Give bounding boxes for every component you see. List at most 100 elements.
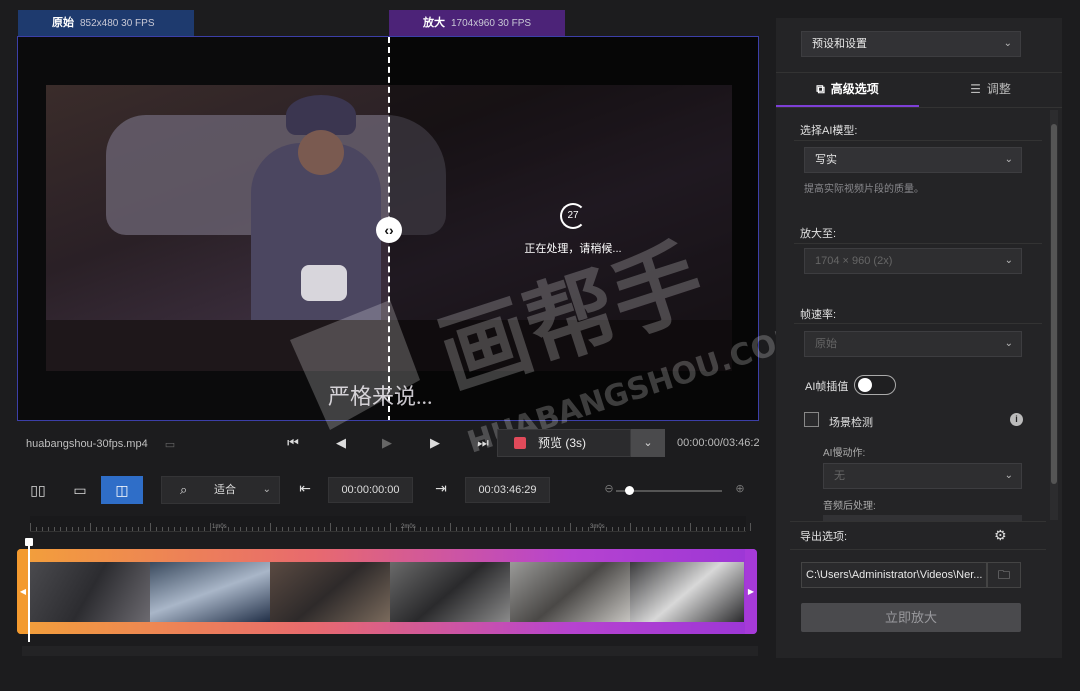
ruler-tick [144, 527, 145, 531]
slowmo-value: 无 [834, 470, 845, 482]
model-select[interactable]: 写实 ⌄ [804, 147, 1022, 173]
ruler-tick [612, 527, 613, 531]
ruler-tick [240, 527, 241, 531]
ruler-tick [132, 527, 133, 531]
ruler-tick [162, 527, 163, 531]
ruler-tick [558, 527, 559, 531]
divider [794, 243, 1042, 244]
app-window: 原始 852x480 30 FPS 放大 1704x960 30 FPS ‹› 27… [0, 0, 1080, 691]
ruler-tick [390, 523, 391, 531]
ruler-tick [84, 527, 85, 531]
scene-detect-checkbox[interactable] [804, 412, 819, 427]
export-path-field[interactable]: C:\Users\Administrator\Videos\Ner... [801, 562, 987, 588]
preset-select[interactable]: 预设和设置 ⌄ [801, 31, 1021, 57]
ruler-tick [486, 527, 487, 531]
ruler-tick [648, 527, 649, 531]
ruler-tick [396, 527, 397, 531]
ruler-tick [504, 527, 505, 531]
ruler-tick [120, 527, 121, 531]
ruler-tick [678, 527, 679, 531]
preset-label: 预设和设置 [812, 38, 867, 50]
view-side-by-side-icon[interactable]: ▯▯ [17, 476, 59, 504]
ruler-tick [108, 527, 109, 531]
ruler-tick [288, 527, 289, 531]
playhead[interactable] [28, 540, 30, 642]
slowmo-select[interactable]: 无 ⌄ [823, 463, 1022, 489]
ruler-tick [306, 527, 307, 531]
ruler-label: 2m0s [401, 524, 416, 530]
ruler-tick [726, 527, 727, 531]
upscaled-info: 1704x960 30 FPS [451, 18, 532, 29]
model-value: 写实 [815, 154, 837, 166]
panel-scrollbar-thumb[interactable] [1051, 124, 1057, 484]
ruler-tick [480, 527, 481, 531]
play-icon[interactable]: ▶ [377, 433, 397, 453]
time-out-field[interactable]: 00:03:46:29 [465, 477, 550, 503]
skip-start-icon[interactable]: ⏮ [283, 433, 303, 453]
upscale-select[interactable]: 1704 × 960 (2x) ⌄ [804, 248, 1022, 274]
view-single-icon[interactable]: ▭ [59, 476, 101, 504]
ruler-tick [474, 527, 475, 531]
mark-out-icon[interactable]: ⇥ [432, 480, 450, 497]
ruler-tick [570, 523, 571, 531]
chevron-down-icon: ⌄ [1004, 255, 1013, 266]
tab-adjust-label: 调整 [986, 82, 1011, 96]
ruler-tick [732, 527, 733, 531]
prev-frame-icon[interactable]: ◀ [331, 433, 351, 453]
framerate-select[interactable]: 原始 ⌄ [804, 331, 1022, 357]
ai-interpolation-label: AI帧插值 [805, 381, 849, 393]
scene-hat [286, 95, 356, 135]
compare-handle-icon[interactable]: ‹› [376, 217, 402, 243]
ruler-tick [510, 523, 511, 531]
ruler-tick [210, 523, 211, 531]
upscale-heading: 放大至: [800, 228, 837, 240]
mark-in-icon[interactable]: ⇤ [296, 480, 314, 497]
zoom-out-icon[interactable]: ⊖ [600, 482, 618, 495]
zoom-in-icon[interactable]: ⊕ [731, 482, 749, 495]
ruler-tick [348, 527, 349, 531]
ruler-tick [324, 527, 325, 531]
timeline-ruler[interactable] [30, 516, 751, 532]
next-frame-icon[interactable]: ▶ [425, 433, 445, 453]
ruler-tick [204, 527, 205, 531]
divider [790, 549, 1046, 550]
time-in-field[interactable]: 00:00:00:00 [328, 477, 413, 503]
audio-heading: 音频后处理: [823, 501, 876, 512]
preview-button[interactable]: 预览 (3s) [497, 429, 631, 457]
tab-advanced[interactable]: ⧉ 高级选项 [776, 72, 919, 107]
gear-icon[interactable]: ⚙ [994, 527, 1007, 544]
ruler-tick [666, 527, 667, 531]
ruler-tick [264, 527, 265, 531]
ruler-tick [72, 527, 73, 531]
ruler-tick [36, 527, 37, 531]
ruler-tick [330, 523, 331, 531]
scene-detect-label: 场景检测 [829, 417, 873, 429]
ai-interpolation-toggle[interactable] [854, 375, 896, 395]
folder-icon[interactable]: 🗀 [987, 562, 1021, 588]
trim-right-handle[interactable]: ▶ [745, 549, 757, 634]
ruler-tick [300, 527, 301, 531]
file-icon[interactable]: ▭ [160, 435, 180, 455]
preview-dropdown-chevron-icon[interactable]: ⌄ [631, 429, 665, 457]
zoom-select[interactable]: ⌕ 适合 ⌄ [161, 476, 280, 504]
ruler-tick [354, 527, 355, 531]
ruler-tick [294, 527, 295, 531]
upscale-now-button[interactable]: 立即放大 [801, 603, 1021, 632]
ruler-tick [54, 527, 55, 531]
timeline-scrollbar[interactable] [22, 646, 758, 656]
ruler-tick [360, 527, 361, 531]
info-icon[interactable]: i [1010, 413, 1023, 426]
divider [790, 521, 1046, 522]
video-preview: ‹› 27 正在处理，请稍候... 严格来说... [17, 36, 759, 421]
ruler-tick [522, 527, 523, 531]
tab-advanced-label: 高级选项 [830, 82, 879, 96]
timeline-zoom-knob[interactable] [624, 486, 634, 495]
view-split-icon[interactable]: ◫ [101, 476, 143, 504]
skip-end-icon[interactable]: ⏭ [473, 433, 493, 453]
ruler-tick [684, 527, 685, 531]
progress-spinner: 27 [560, 203, 586, 229]
framerate-heading: 帧速率: [800, 309, 837, 321]
tab-adjust[interactable]: ☰ 调整 [919, 72, 1062, 107]
ruler-tick [180, 527, 181, 531]
thumbnail-strip[interactable] [30, 562, 744, 622]
